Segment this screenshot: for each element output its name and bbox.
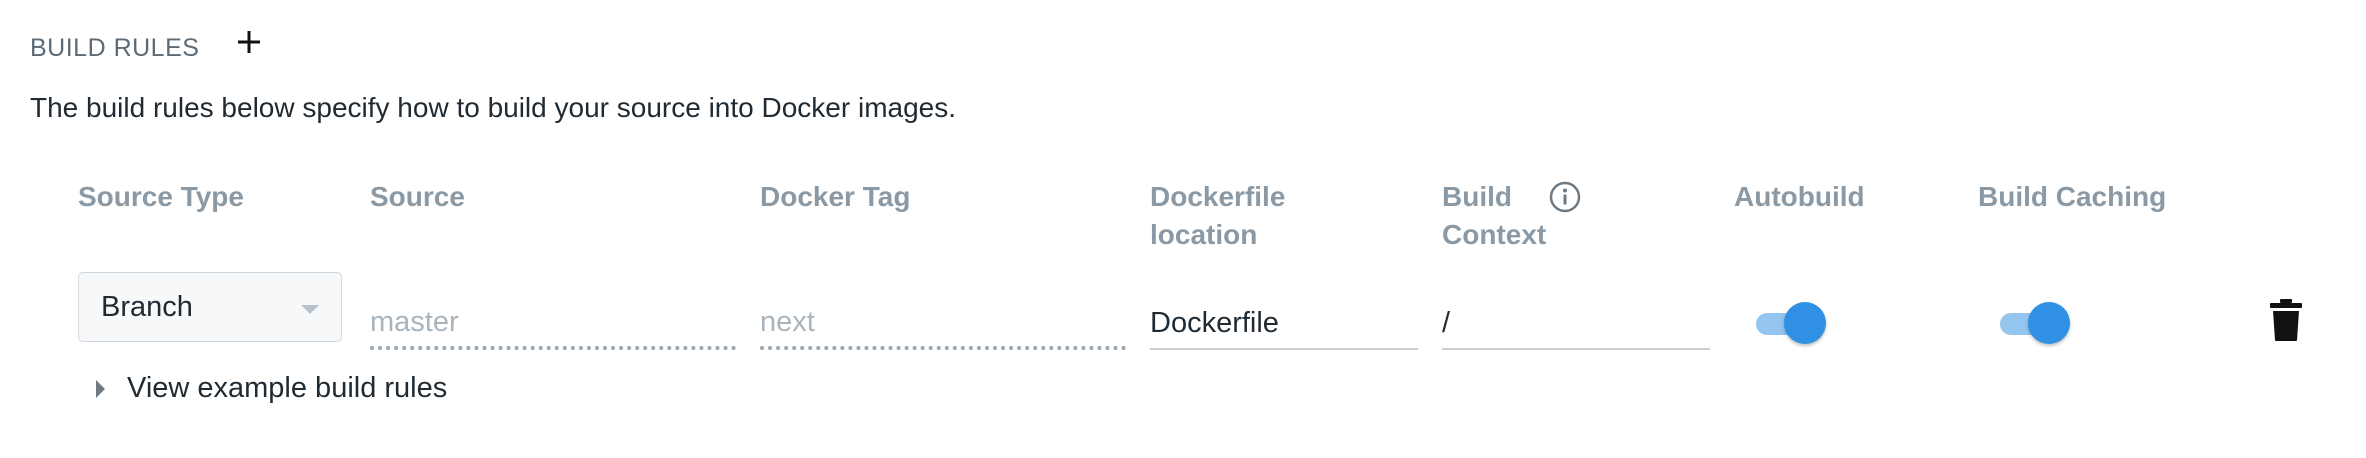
column-header-source: Source	[370, 181, 465, 212]
autobuild-toggle[interactable]	[1756, 300, 1828, 348]
chevron-down-icon	[301, 305, 319, 314]
docker-tag-input[interactable]	[760, 298, 1126, 350]
source-input[interactable]	[370, 298, 736, 350]
column-header-build-context-line2: Context	[1442, 219, 1547, 250]
source-type-select[interactable]: Branch	[78, 272, 342, 342]
column-header-dockerfile-location-line2: location	[1150, 219, 1258, 250]
view-example-build-rules-label: View example build rules	[127, 372, 448, 404]
column-header-dockerfile-location-line1: Dockerfile	[1150, 181, 1286, 212]
column-header-dockerfile-location: Dockerfile location	[1150, 178, 1285, 254]
autobuild-toggle-knob	[1784, 302, 1826, 344]
build-caching-toggle[interactable]	[2000, 300, 2072, 348]
build-rules-description: The build rules below specify how to bui…	[30, 92, 957, 123]
plus-icon	[238, 30, 261, 53]
column-header-build-context-line1: Build	[1442, 181, 1512, 212]
view-example-build-rules[interactable]: View example build rules	[96, 372, 447, 405]
build-rules-header: BUILD RULES	[30, 20, 269, 63]
dockerfile-location-input[interactable]	[1150, 298, 1418, 350]
column-header-build-context: Build Context	[1442, 178, 1546, 254]
caret-right-icon	[96, 379, 105, 398]
column-header-docker-tag: Docker Tag	[760, 181, 911, 212]
build-context-input[interactable]	[1442, 298, 1710, 350]
column-header-source-type: Source Type	[78, 181, 244, 212]
trash-icon[interactable]	[2268, 298, 2304, 342]
section-title: BUILD RULES	[30, 34, 200, 62]
build-caching-toggle-knob	[2028, 302, 2070, 344]
column-header-build-caching: Build Caching	[1978, 181, 2167, 212]
add-build-rule-button[interactable]	[229, 22, 269, 62]
info-icon[interactable]	[1548, 180, 1582, 214]
column-header-autobuild: Autobuild	[1734, 181, 1865, 212]
source-type-value: Branch	[101, 290, 193, 323]
